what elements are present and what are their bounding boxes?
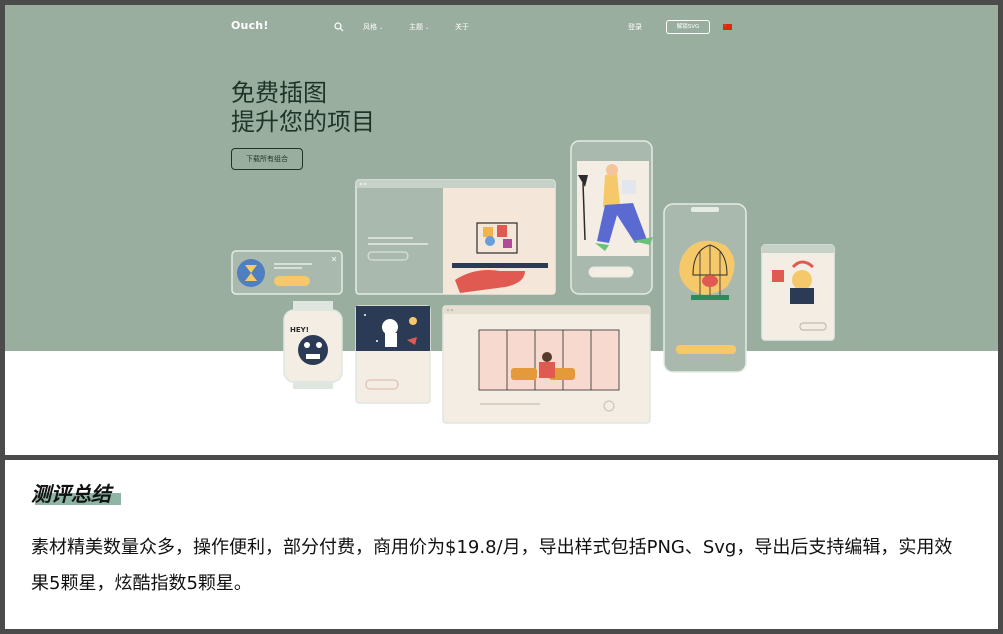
park-browser-illustration bbox=[442, 305, 651, 424]
hourglass-card-illustration bbox=[231, 250, 343, 295]
review-panel: 测评总结 素材精美数量众多，操作便利，部分付费，商用价为$19.8/月，导出样式… bbox=[5, 460, 998, 629]
review-heading: 测评总结 bbox=[31, 482, 111, 506]
smartwatch-monster-illustration: HEY! bbox=[283, 301, 343, 389]
review-body: 素材精美数量众多，操作便利，部分付费，商用价为$19.8/月，导出样式包括PNG… bbox=[31, 537, 953, 594]
phone-gardener-illustration bbox=[570, 140, 653, 295]
astronaut-card-illustration bbox=[355, 305, 431, 404]
phone-birdcage-illustration bbox=[663, 203, 747, 373]
website-screenshot: Ouch! 风格 ⌄ 主题 ⌄ 关于 登录 解锁SVG 免费插图 提升您的项目 下载… bbox=[5, 5, 998, 455]
illustration-collage: HEY! bbox=[231, 140, 835, 424]
svg-text:HEY!: HEY! bbox=[290, 326, 309, 334]
character-card-illustration bbox=[761, 244, 835, 341]
desktop-window-illustration bbox=[355, 179, 556, 295]
